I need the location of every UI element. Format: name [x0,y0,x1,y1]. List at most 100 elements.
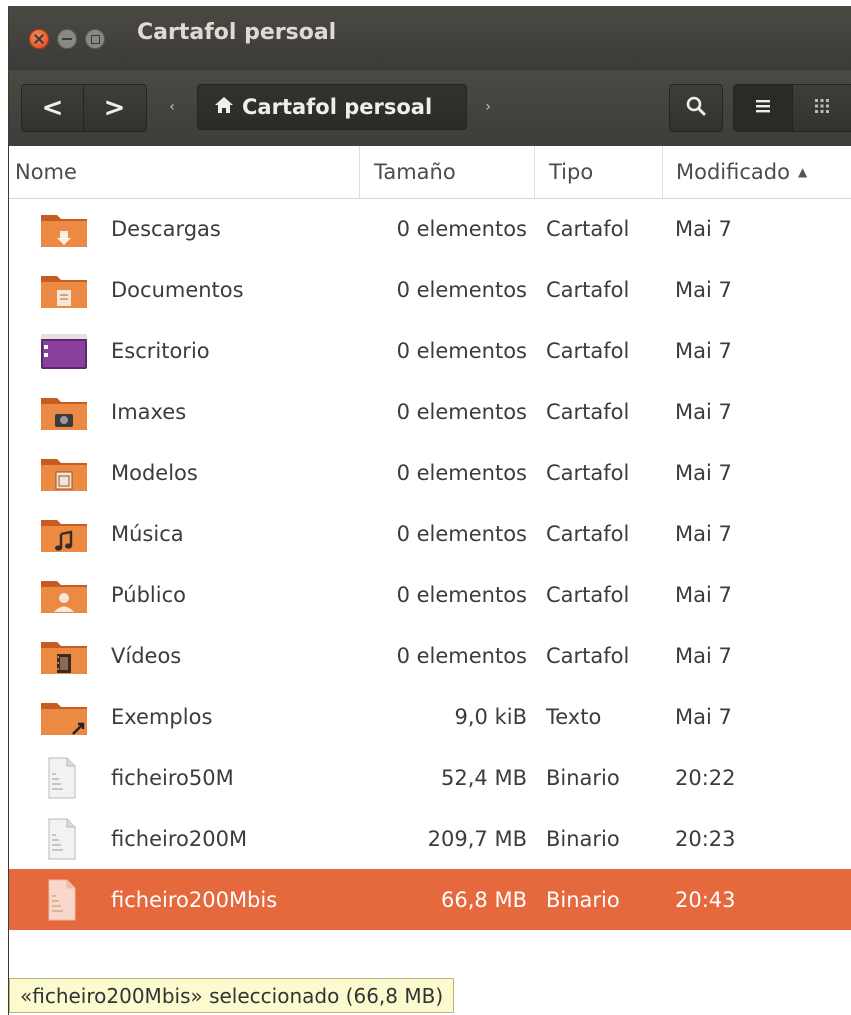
file-row[interactable]: ficheiro200M 209,7 MB Binario 20:23 [9,808,851,869]
file-name: Música [111,521,184,546]
column-header-type[interactable]: Tipo [534,146,662,198]
file-name: ficheiro200M [111,826,248,851]
path-scroll-left-button[interactable]: ‹ [157,84,187,130]
desktop-folder-icon [39,320,99,381]
file-type: Binario [546,887,620,912]
file-size: 66,8 MB [441,887,527,912]
list-view-icon [754,98,772,118]
file-name: ficheiro200Mbis [111,887,278,912]
column-header-name[interactable]: Nome [15,146,359,198]
file-name: ficheiro50M [111,765,234,790]
binary-file-icon [39,808,99,869]
file-modified: Mai 7 [675,643,732,668]
file-name: Documentos [111,277,244,302]
back-icon: < [41,93,64,123]
file-size: 209,7 MB [427,826,527,851]
maximize-window-button[interactable] [85,29,105,49]
search-icon [685,95,707,121]
file-type: Cartafol [546,521,630,546]
file-row[interactable]: Público 0 elementos Cartafol Mai 7 [9,564,851,625]
file-modified: Mai 7 [675,704,732,729]
file-manager-window: Cartafol persoal < > ‹ Cartafol persoal … [8,6,851,1015]
folder-templates-icon [39,442,99,503]
file-size: 0 elementos [396,216,527,241]
binary-file-icon [39,747,99,808]
file-modified: Mai 7 [675,399,732,424]
path-bar: ‹ Cartafol persoal › [157,84,505,130]
back-button[interactable]: < [22,85,84,131]
file-row[interactable]: Imaxes 0 elementos Cartafol Mai 7 [9,381,851,442]
file-size: 52,4 MB [441,765,527,790]
forward-button[interactable]: > [84,85,145,131]
file-modified: Mai 7 [675,216,732,241]
file-type: Binario [546,765,620,790]
path-right-arrow-icon: › [485,99,491,115]
folder-public-icon [39,564,99,625]
file-row[interactable]: ficheiro50M 52,4 MB Binario 20:22 [9,747,851,808]
path-left-arrow-icon: ‹ [169,99,175,115]
folder-documents-icon [39,259,99,320]
file-name: Descargas [111,216,221,241]
file-type: Texto [546,704,602,729]
file-size: 0 elementos [396,277,527,302]
file-modified: 20:43 [675,887,736,912]
file-type: Cartafol [546,216,630,241]
path-current-label: Cartafol persoal [242,95,433,119]
column-header-size-label: Tamaño [374,160,456,184]
file-size: 0 elementos [396,582,527,607]
forward-icon: > [103,93,126,123]
file-row[interactable]: Exemplos 9,0 kiB Texto Mai 7 [9,686,851,747]
home-icon [214,95,234,119]
file-size: 0 elementos [396,399,527,424]
file-type: Cartafol [546,399,630,424]
navigation-buttons: < > [21,84,147,132]
column-header-modified-label: Modificado [676,160,790,184]
file-type: Cartafol [546,338,630,363]
file-modified: Mai 7 [675,582,732,607]
view-toggle [733,84,851,132]
folder-pictures-icon [39,381,99,442]
file-name: Vídeos [111,643,182,668]
file-modified: Mai 7 [675,277,732,302]
folder-music-icon [39,503,99,564]
file-modified: Mai 7 [675,521,732,546]
file-row[interactable]: Documentos 0 elementos Cartafol Mai 7 [9,259,851,320]
column-header-name-label: Nome [15,160,77,184]
file-row[interactable]: Descargas 0 elementos Cartafol Mai 7 [9,198,851,259]
window-title: Cartafol persoal [137,20,337,45]
file-type: Cartafol [546,277,630,302]
file-size: 0 elementos [396,643,527,668]
close-window-button[interactable] [29,29,49,49]
file-row[interactable]: Vídeos 0 elementos Cartafol Mai 7 [9,625,851,686]
minimize-window-button[interactable] [57,29,77,49]
file-row[interactable]: Modelos 0 elementos Cartafol Mai 7 [9,442,851,503]
folder-downloads-icon [39,198,99,259]
list-view-button[interactable] [734,85,793,131]
column-header-size[interactable]: Tamaño [359,146,534,198]
path-scroll-right-button[interactable]: › [473,84,503,130]
folder-link-icon [39,686,99,747]
search-button[interactable] [669,84,723,132]
column-header: Nome Tamaño Tipo Modificado ▲ [9,146,851,199]
file-row-selected[interactable]: ficheiro200Mbis 66,8 MB Binario 20:43 [9,869,851,930]
grid-view-button[interactable] [793,85,851,131]
file-row[interactable]: Música 0 elementos Cartafol Mai 7 [9,503,851,564]
file-type: Cartafol [546,582,630,607]
file-name: Imaxes [111,399,187,424]
binary-file-icon [39,869,99,930]
column-header-modified[interactable]: Modificado ▲ [662,146,851,198]
file-size: 0 elementos [396,460,527,485]
file-modified: 20:22 [675,765,736,790]
file-size: 9,0 kiB [454,704,527,729]
toolbar: < > ‹ Cartafol persoal › [9,70,851,147]
selection-status-bar: «ficheiro200Mbis» seleccionado (66,8 MB) [9,978,455,1013]
path-button-home[interactable]: Cartafol persoal [197,84,467,130]
titlebar[interactable]: Cartafol persoal [9,6,851,70]
file-size: 0 elementos [396,338,527,363]
file-type: Cartafol [546,643,630,668]
file-row[interactable]: Escritorio 0 elementos Cartafol Mai 7 [9,320,851,381]
status-text: «ficheiro200Mbis» seleccionado (66,8 MB) [20,983,444,1008]
file-size: 0 elementos [396,521,527,546]
file-name: Público [111,582,186,607]
file-name: Exemplos [111,704,213,729]
